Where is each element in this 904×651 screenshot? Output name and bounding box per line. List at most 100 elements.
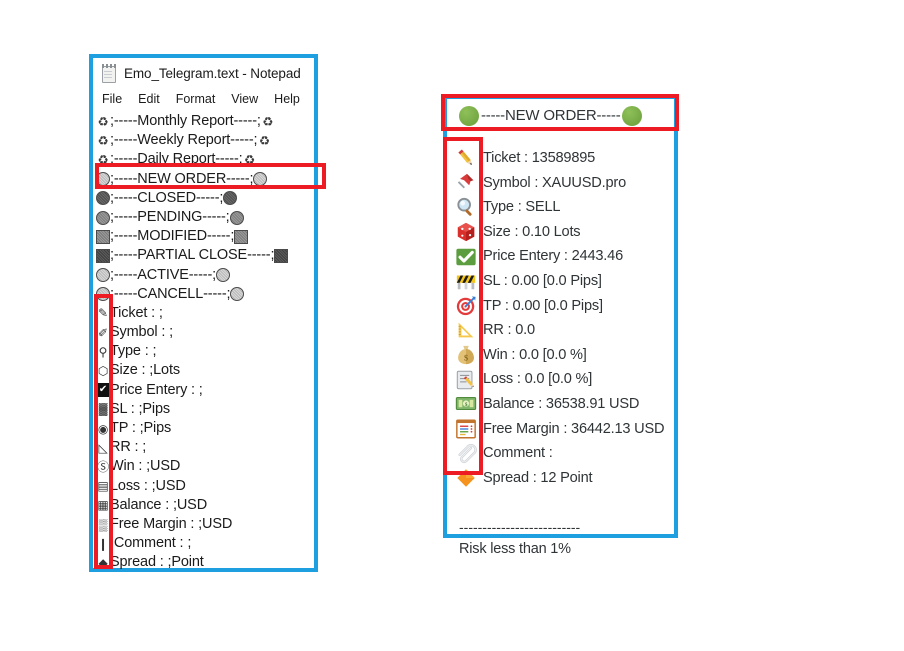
notepad-line-text: ;-----ACTIVE-----; bbox=[110, 266, 217, 283]
notepad-line: ♻ ;-----Daily Report-----; ♻ bbox=[96, 150, 314, 169]
telegram-header: -----NEW ORDER----- bbox=[447, 99, 674, 132]
notepad-line-text: ;-----PENDING-----; bbox=[110, 208, 230, 225]
triangle-ruler-mono: ◺ bbox=[98, 440, 108, 455]
telegram-detail-text: Type : SELL bbox=[483, 199, 561, 216]
notepad-line: ◺ RR : ; bbox=[96, 438, 314, 457]
notepad-line: ▦ Balance : ;USD bbox=[96, 496, 314, 515]
telegram-detail-text: Symbol : XAUUSD.pro bbox=[483, 174, 626, 191]
notepad-line-text: ;-----Monthly Report-----; bbox=[110, 113, 261, 129]
telegram-detail-text: Win : 0.0 [0.0 %] bbox=[483, 346, 587, 363]
notepad-line-text: SL : ;Pips bbox=[110, 400, 171, 417]
dark-square-mono bbox=[96, 248, 110, 263]
notepad-window[interactable]: Emo_Telegram.text - Notepad File Edit Fo… bbox=[89, 54, 318, 572]
dice-mono: ⬡ bbox=[97, 364, 109, 379]
telegram-detail-text: Spread : 12 Point bbox=[483, 469, 593, 486]
telegram-detail-row: RR : 0.0 bbox=[455, 318, 674, 343]
telegram-detail-text: SL : 0.00 [0.0 Pips] bbox=[483, 272, 602, 289]
menu-view[interactable]: View bbox=[231, 92, 258, 106]
banknote-emoji: $ bbox=[455, 393, 477, 415]
notepad-line-text: Win : ;USD bbox=[110, 458, 181, 475]
notepad-line: ;-----CANCELL-----; bbox=[96, 285, 314, 304]
telegram-detail-row: Type : SELL bbox=[455, 195, 674, 220]
notepad-line-text: Spread : ;Point bbox=[110, 554, 204, 571]
light-circle-mono bbox=[96, 268, 110, 283]
telegram-detail-list: Ticket : 13589895 Symbol : XAUUSD.pro Type… bbox=[447, 132, 674, 490]
diamond-mono: ◆ bbox=[98, 555, 108, 570]
telegram-message-card: -----NEW ORDER----- Ticket : 13589895 Sym… bbox=[443, 95, 678, 557]
green-circle-emoji bbox=[622, 105, 643, 126]
light-circle-mono bbox=[96, 287, 110, 302]
notepad-line-text: Type : ; bbox=[110, 343, 157, 360]
money-bag-emoji: $ bbox=[455, 344, 477, 366]
green-circle-emoji bbox=[459, 105, 479, 126]
telegram-detail-text: Loss : 0.0 [0.0 %] bbox=[483, 371, 593, 388]
notepad-line-text: ;-----PARTIAL CLOSE-----; bbox=[110, 247, 275, 264]
risk-note: Risk less than 1% bbox=[459, 541, 571, 558]
telegram-detail-text: Comment : bbox=[483, 445, 553, 462]
menu-file[interactable]: File bbox=[102, 92, 122, 106]
notepad-line-text: TP : ;Pips bbox=[110, 420, 172, 436]
telegram-detail-row: $ Win : 0.0 [0.0 %] bbox=[455, 343, 674, 368]
square-mono bbox=[234, 229, 249, 244]
pencil-mono: ✎ bbox=[98, 306, 108, 321]
green-circle-mono bbox=[96, 172, 110, 187]
notepad-line-text: Ticket : ; bbox=[110, 304, 163, 321]
square-mono bbox=[96, 229, 110, 244]
notepad-text-area[interactable]: ♻ ;-----Monthly Report-----; ♻ ♻ ;-----Weekl… bbox=[93, 110, 314, 573]
telegram-detail-row: Size : 0.10 Lots bbox=[455, 220, 674, 245]
notepad-line: ;-----PARTIAL CLOSE-----; bbox=[96, 246, 314, 265]
pencil-emoji bbox=[455, 147, 477, 169]
svg-text:$: $ bbox=[464, 354, 468, 363]
telegram-detail-row: $ Balance : 36538.91 USD bbox=[455, 392, 674, 417]
menu-help[interactable]: Help bbox=[274, 92, 300, 106]
recycle-symbol: ♻ bbox=[244, 152, 256, 167]
moneybag-mono: Ⓢ bbox=[97, 459, 109, 474]
notepad-line-text: Loss : ;USD bbox=[110, 477, 186, 494]
telegram-detail-row: Spread : 12 Point bbox=[455, 466, 674, 491]
magnifier-mono: ⚲ bbox=[98, 344, 108, 359]
recycle-symbol: ♻ bbox=[262, 114, 274, 129]
notepad-line-text: ;-----CLOSED-----; bbox=[110, 189, 224, 206]
banknote-mono: ▦ bbox=[97, 498, 109, 513]
notepad-line-text: Balance : ;USD bbox=[110, 496, 208, 513]
notepad-line-text: Symbol : ; bbox=[110, 324, 173, 341]
light-circle-mono bbox=[216, 268, 231, 283]
check-mark-emoji bbox=[455, 246, 477, 268]
notepad-line-text: ;-----Weekly Report-----; bbox=[110, 132, 258, 149]
notepad-line: ✎ Ticket : ; bbox=[96, 304, 314, 323]
notepad-line: ◉ TP : ;Pips bbox=[96, 419, 314, 438]
telegram-detail-row: Loss : 0.0 [0.0 %] bbox=[455, 367, 674, 392]
notepad-line: ;-----NEW ORDER-----; bbox=[96, 170, 314, 189]
notepad-menubar[interactable]: File Edit Format View Help bbox=[93, 88, 314, 110]
telegram-detail-text: TP : 0.00 [0.0 Pips] bbox=[483, 297, 603, 314]
dart-emoji bbox=[455, 295, 477, 317]
menu-edit[interactable]: Edit bbox=[138, 92, 160, 106]
pushpin-mono: ✐ bbox=[98, 325, 108, 340]
memo-emoji bbox=[455, 369, 477, 391]
notepad-line: ♻ ;-----Monthly Report-----; ♻ bbox=[96, 112, 314, 131]
telegram-detail-row: Price Entery : 2443.46 bbox=[455, 244, 674, 269]
notepad-line-text: Size : ;Lots bbox=[110, 362, 180, 379]
telegram-detail-row: Comment : bbox=[455, 441, 674, 466]
telegram-header-text: -----NEW ORDER----- bbox=[481, 107, 621, 124]
notepad-line-text: ;-----Daily Report-----; bbox=[110, 151, 243, 168]
notepad-line: ;-----CLOSED-----; bbox=[96, 189, 314, 208]
telegram-detail-row: TP : 0.00 [0.0 Pips] bbox=[455, 294, 674, 319]
notepad-icon bbox=[101, 64, 117, 83]
notepad-line: ♻ ;-----Weekly Report-----; ♻ bbox=[96, 131, 314, 150]
notepad-line: ⬡ Size : ;Lots bbox=[96, 361, 314, 380]
notepad-titlebar[interactable]: Emo_Telegram.text - Notepad bbox=[93, 58, 314, 88]
telegram-footer: -------------------------- Risk less tha… bbox=[447, 490, 674, 560]
mid-circle-mono bbox=[96, 210, 110, 225]
pushpin-emoji bbox=[455, 172, 477, 194]
checkmark-mono: ✔ bbox=[96, 383, 110, 398]
recycle-symbol: ♻ bbox=[97, 152, 109, 167]
telegram-detail-row: Free Margin : 36442.13 USD bbox=[455, 417, 674, 442]
paperclip-mono: ❙ bbox=[98, 536, 108, 551]
menu-format[interactable]: Format bbox=[176, 92, 216, 106]
notepad-line: ◆ Spread : ;Point bbox=[96, 553, 314, 572]
telegram-detail-text: Balance : 36538.91 USD bbox=[483, 395, 640, 412]
notepad-line-text: ;Comment : ; bbox=[110, 535, 192, 552]
notepad-line: ▒ Free Margin : ;USD bbox=[96, 515, 314, 534]
notepad-line-text: ;-----NEW ORDER-----; bbox=[110, 170, 254, 187]
